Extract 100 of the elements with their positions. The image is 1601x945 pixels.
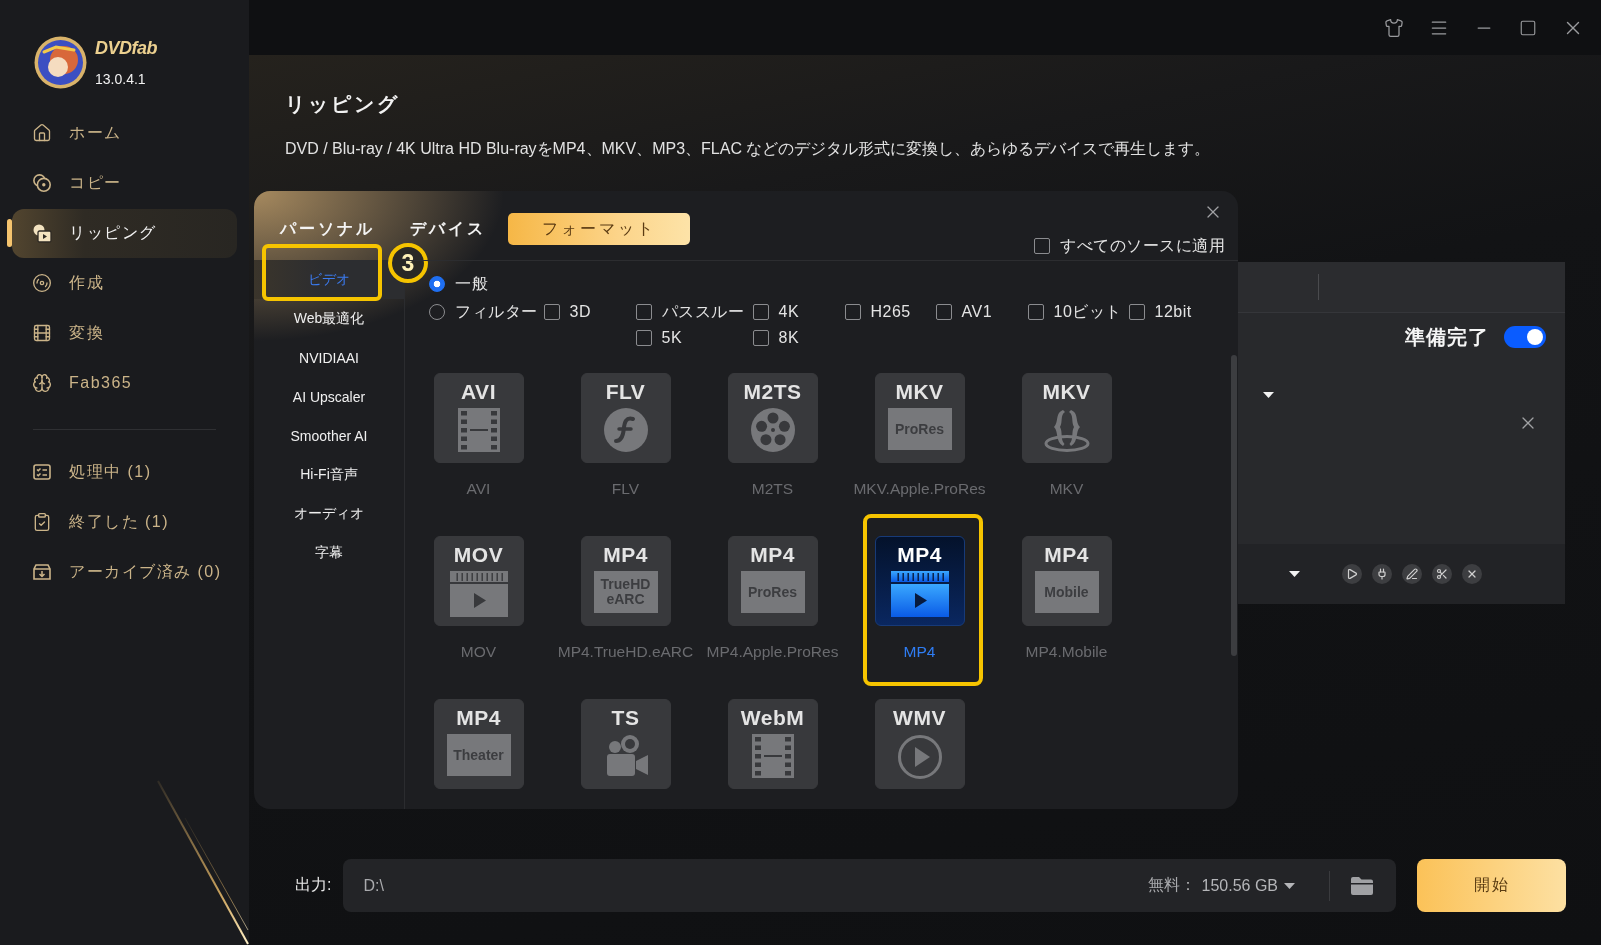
profile-tab[interactable]: パーソナル — [280, 213, 375, 245]
format-name: MP4 — [750, 544, 795, 566]
codec-plate: Mobile — [1034, 571, 1099, 613]
format-tile[interactable]: M2TS — [727, 373, 818, 463]
format-name: MP4 — [456, 707, 501, 729]
checkbox[interactable] — [1034, 238, 1050, 254]
scissors-icon[interactable] — [1432, 564, 1452, 584]
checkbox[interactable] — [935, 304, 952, 320]
category-item[interactable]: NVIDIAAI — [254, 338, 404, 377]
format-name: WebM — [740, 707, 805, 729]
film-strip-icon — [751, 734, 794, 778]
format-name: AVI — [461, 381, 496, 403]
format-tile[interactable]: TS — [580, 699, 671, 789]
nav-item[interactable]: 変換 — [12, 308, 237, 358]
checkbox-label: 3D — [569, 303, 591, 321]
radio-button[interactable] — [429, 276, 445, 292]
format-name: M2TS — [743, 381, 802, 403]
format-tile[interactable]: MP4 Mobile — [1021, 536, 1112, 626]
category-item[interactable]: AI Upscaler — [254, 377, 404, 416]
checkbox-label: すべてのソースに適用 — [1060, 237, 1225, 255]
brain-icon — [32, 373, 52, 393]
codec-plate: ProRes — [740, 571, 805, 613]
codec-plate: TrueHD eARC — [593, 571, 658, 613]
step-number: 3 — [388, 243, 428, 283]
format-tile[interactable]: MOV — [433, 536, 524, 626]
category-item[interactable]: オーディオ — [254, 494, 404, 533]
format-tile[interactable]: MP4 ProRes — [727, 536, 818, 626]
film-strip-icon — [457, 408, 500, 452]
format-name: TS — [611, 707, 640, 729]
output-path-field[interactable]: D:\ — [363, 876, 1148, 895]
nav-item[interactable]: 終了した (1) — [12, 497, 237, 547]
profile-tab[interactable]: デバイス — [410, 213, 486, 245]
checkbox-label: H265 — [870, 303, 911, 321]
format-name: MKV — [1042, 381, 1091, 403]
category-item[interactable]: 字幕 — [254, 533, 404, 572]
remove-icon[interactable] — [1462, 564, 1482, 584]
archive-box-icon — [32, 562, 52, 582]
format-tile[interactable]: MP4 Theater — [433, 699, 524, 789]
format-name: MKV — [895, 381, 944, 403]
nav-item[interactable]: アーカイブ済み (0) — [12, 547, 237, 597]
format-tile[interactable]: MKV ProRes — [874, 373, 965, 463]
format-tile[interactable]: WebM — [727, 699, 818, 789]
format-tile[interactable]: MKV — [1021, 373, 1112, 463]
checklist-icon — [32, 462, 52, 482]
format-tile[interactable]: AVI — [433, 373, 524, 463]
nav-item[interactable]: 処理中 (1) — [12, 447, 237, 497]
nav-item[interactable]: コピー — [12, 158, 237, 208]
clipboard-check-icon — [32, 512, 52, 532]
checkbox-label: 5K — [661, 329, 683, 347]
nav-item[interactable]: ホーム — [12, 108, 237, 158]
folder-icon[interactable] — [1350, 875, 1374, 896]
video-play-icon — [890, 571, 949, 617]
format-name: MP4 — [603, 544, 648, 566]
discs-icon — [32, 173, 52, 193]
category-item[interactable]: Web最適化 — [254, 299, 404, 338]
home-icon — [32, 123, 52, 143]
format-label[interactable]: MP4 — [903, 643, 936, 661]
checkbox-label: 8K — [778, 329, 800, 347]
plug-icon[interactable] — [1372, 564, 1392, 584]
profile-tab[interactable]: フォーマット — [508, 213, 690, 245]
format-tile[interactable]: MP4 — [874, 536, 965, 626]
category-item[interactable]: Smoother AI — [254, 416, 404, 455]
start-button[interactable]: 開始 — [1417, 859, 1566, 912]
pencil-icon[interactable] — [1402, 564, 1422, 584]
play-circle-icon — [896, 734, 943, 780]
version-number: 13.0.4.1 — [95, 71, 146, 87]
checkbox[interactable] — [543, 304, 560, 320]
format-tile[interactable]: FLV — [580, 373, 671, 463]
nav-item[interactable]: 作成 — [12, 258, 237, 308]
format-name: WMV — [893, 707, 946, 729]
checkbox[interactable] — [1027, 304, 1044, 320]
checkbox[interactable] — [635, 330, 652, 346]
output-label: 出力: — [295, 875, 332, 895]
caret-icon — [1263, 392, 1274, 398]
checkbox[interactable] — [752, 304, 769, 320]
maximize-icon[interactable] — [1519, 18, 1537, 37]
logo-icon — [34, 36, 87, 89]
checkbox[interactable] — [752, 330, 769, 346]
format-name: FLV — [605, 381, 646, 403]
scrollbar-thumb[interactable] — [1231, 355, 1237, 656]
checkbox[interactable] — [635, 304, 652, 320]
checkbox[interactable] — [1128, 304, 1145, 320]
circle-swoosh-icon — [603, 408, 648, 452]
radio-label: フィルター — [455, 303, 538, 321]
nav-item[interactable]: リッピング — [12, 208, 237, 258]
nav-item[interactable]: Fab365 — [12, 358, 237, 408]
format-tile[interactable]: WMV — [874, 699, 965, 789]
toggle-switch[interactable] — [1504, 326, 1546, 348]
format-tile[interactable]: MP4 TrueHD eARC — [580, 536, 671, 626]
page-description: DVD / Blu-ray / 4K Ultra HD Blu-rayをMP4、MKV、MP3、FLAC などのデジタル形式に変換し、あらゆるデバイスで再生します。 — [285, 139, 1211, 159]
category-item[interactable]: Hi-Fi音声 — [254, 455, 404, 494]
checkbox-label: 10ビット — [1053, 303, 1122, 321]
ready-label: 準備完了 — [1405, 326, 1489, 348]
checkbox[interactable] — [844, 304, 861, 320]
play-icon[interactable] — [1342, 564, 1362, 584]
shirt-icon[interactable] — [1384, 17, 1404, 38]
page-title: リッピング — [285, 91, 400, 118]
format-name: MOV — [453, 544, 504, 566]
film-icon — [32, 323, 52, 343]
free-space-dropdown[interactable]: 150.56 GB — [1201, 876, 1295, 895]
